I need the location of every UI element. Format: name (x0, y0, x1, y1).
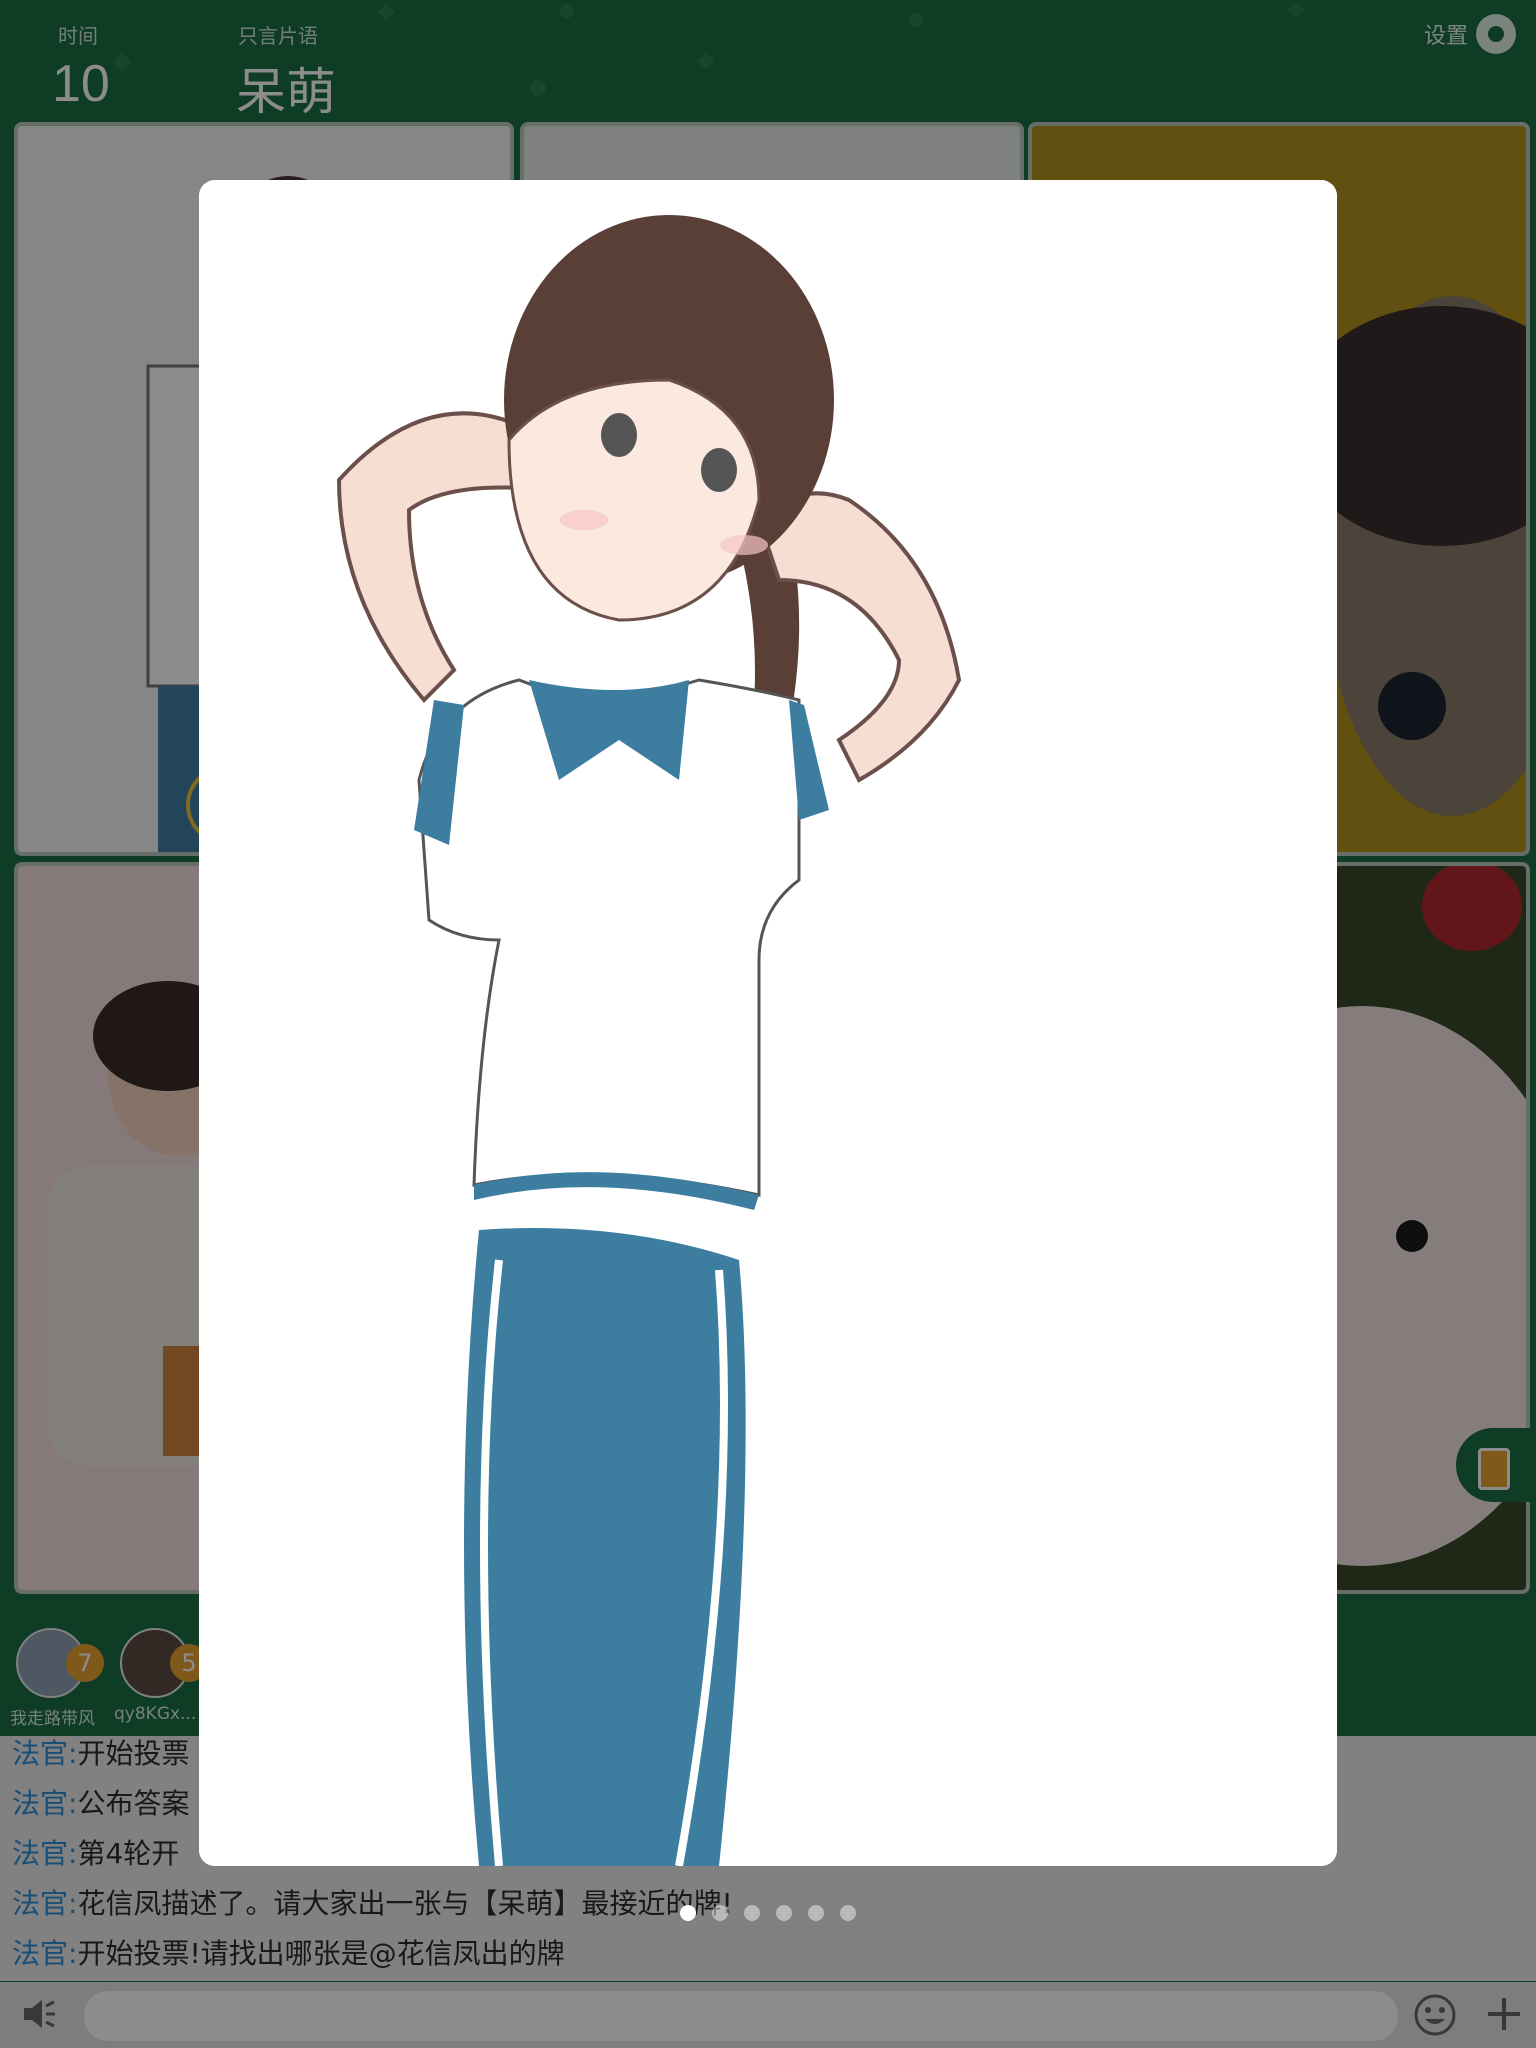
page-dot[interactable] (840, 1905, 856, 1921)
card-preview-image (199, 180, 1337, 1866)
page-dot[interactable] (744, 1905, 760, 1921)
page-dot[interactable] (808, 1905, 824, 1921)
page-dot[interactable] (776, 1905, 792, 1921)
page-indicator (0, 1905, 1536, 1921)
page-dot[interactable] (712, 1905, 728, 1921)
page-dot[interactable] (680, 1905, 696, 1921)
image-preview-modal[interactable] (199, 180, 1337, 1866)
